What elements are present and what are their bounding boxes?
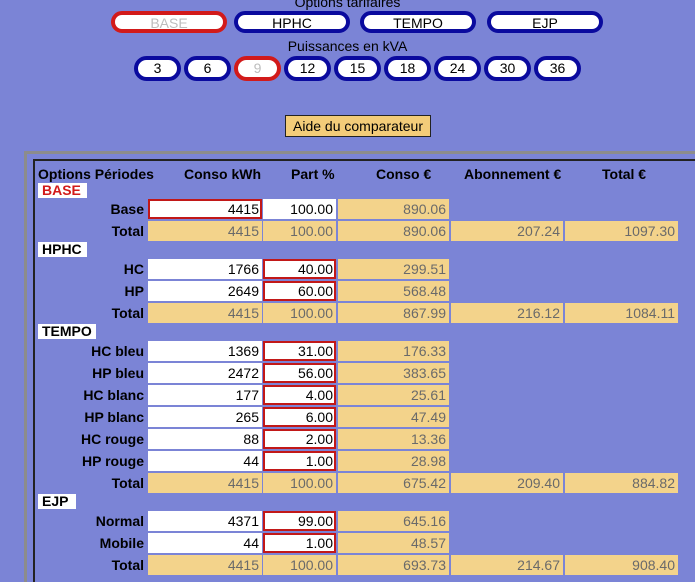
- total-abonnement: 207.24: [451, 221, 563, 241]
- header-part: Part %: [291, 166, 335, 182]
- kwh-value: 265: [148, 407, 262, 427]
- kwh-value: 1766: [148, 259, 262, 279]
- total-kwh: 4415: [148, 303, 262, 323]
- kwh-value: 2472: [148, 363, 262, 383]
- option-base-button[interactable]: BASE: [111, 11, 227, 33]
- options-bar: BASE HPHC TEMPO EJP: [0, 11, 695, 37]
- part-input[interactable]: 56.00: [263, 363, 336, 383]
- total-part: 100.00: [263, 221, 336, 241]
- section-tempo-title: TEMPO: [38, 324, 96, 339]
- kwh-value: 88: [148, 429, 262, 449]
- header-options-periodes: Options Périodes: [38, 166, 154, 182]
- euro-value: 890.06: [338, 199, 449, 219]
- total-total: 1097.30: [565, 221, 678, 241]
- options-label: Options tarifaires: [294, 0, 401, 10]
- option-hphc-button[interactable]: HPHC: [234, 11, 350, 33]
- kwh-value: 1369: [148, 341, 262, 361]
- power-30-button[interactable]: 30: [484, 56, 531, 81]
- header-conso-euro: Conso €: [376, 166, 432, 182]
- euro-value: 47.49: [338, 407, 449, 427]
- power-3-button[interactable]: 3: [134, 56, 181, 81]
- row-label: HC bleu: [91, 343, 144, 359]
- total-euro: 890.06: [338, 221, 449, 241]
- part-value: 100.00: [263, 199, 336, 219]
- kwh-value: 4371: [148, 511, 262, 531]
- euro-value: 48.57: [338, 533, 449, 553]
- power-12-button[interactable]: 12: [284, 56, 331, 81]
- total-part: 100.00: [263, 555, 336, 575]
- euro-value: 568.48: [338, 281, 449, 301]
- total-total: 1084.11: [565, 303, 678, 323]
- part-input[interactable]: 60.00: [263, 281, 336, 301]
- total-abonnement: 214.67: [451, 555, 563, 575]
- total-total: 884.82: [565, 473, 678, 493]
- row-label: Normal: [95, 513, 144, 529]
- total-euro: 675.42: [338, 473, 449, 493]
- total-label: Total: [111, 223, 144, 239]
- part-input[interactable]: 6.00: [263, 407, 336, 427]
- section-base-title: BASE: [38, 183, 87, 198]
- row-label: HP bleu: [92, 365, 144, 381]
- header-conso-kwh: Conso kWh: [184, 166, 261, 182]
- row-label: HP: [124, 283, 144, 299]
- header-total: Total €: [602, 166, 647, 182]
- total-total: 908.40: [565, 555, 678, 575]
- part-input[interactable]: 4.00: [263, 385, 336, 405]
- total-label: Total: [111, 305, 144, 321]
- euro-value: 28.98: [338, 451, 449, 471]
- part-input[interactable]: 99.00: [263, 511, 336, 531]
- section-ejp-title: EJP: [38, 494, 76, 509]
- part-input[interactable]: 2.00: [263, 429, 336, 449]
- euro-value: 645.16: [338, 511, 449, 531]
- help-button[interactable]: Aide du comparateur: [285, 115, 431, 137]
- total-kwh: 4415: [148, 473, 262, 493]
- kwh-input[interactable]: 4415: [148, 199, 262, 219]
- row-label: HC rouge: [81, 431, 144, 447]
- part-input[interactable]: 1.00: [263, 451, 336, 471]
- option-ejp-button[interactable]: EJP: [487, 11, 603, 33]
- power-24-button[interactable]: 24: [434, 56, 481, 81]
- total-kwh: 4415: [148, 221, 262, 241]
- part-input[interactable]: 40.00: [263, 259, 336, 279]
- row-label: HC: [123, 261, 144, 277]
- power-9-button[interactable]: 9: [234, 56, 281, 81]
- total-kwh: 4415: [148, 555, 262, 575]
- row-label: Mobile: [99, 535, 144, 551]
- section-hphc-title: HPHC: [38, 242, 87, 257]
- total-euro: 867.99: [338, 303, 449, 323]
- euro-value: 13.36: [338, 429, 449, 449]
- total-abonnement: 216.12: [451, 303, 563, 323]
- part-input[interactable]: 31.00: [263, 341, 336, 361]
- euro-value: 176.33: [338, 341, 449, 361]
- total-euro: 693.73: [338, 555, 449, 575]
- kwh-value: 44: [148, 533, 262, 553]
- row-label: HP rouge: [82, 453, 144, 469]
- total-part: 100.00: [263, 303, 336, 323]
- header-abonnement: Abonnement €: [464, 166, 562, 182]
- kwh-value: 177: [148, 385, 262, 405]
- total-label: Total: [111, 557, 144, 573]
- row-label: HP blanc: [84, 409, 144, 425]
- euro-value: 383.65: [338, 363, 449, 383]
- euro-value: 25.61: [338, 385, 449, 405]
- kwh-value: 2649: [148, 281, 262, 301]
- power-label: Puissances en kVA: [287, 38, 408, 54]
- total-abonnement: 209.40: [451, 473, 563, 493]
- power-15-button[interactable]: 15: [334, 56, 381, 81]
- power-18-button[interactable]: 18: [384, 56, 431, 81]
- row-label: HC blanc: [83, 387, 144, 403]
- power-36-button[interactable]: 36: [534, 56, 581, 81]
- part-input[interactable]: 1.00: [263, 533, 336, 553]
- option-tempo-button[interactable]: TEMPO: [360, 11, 476, 33]
- total-label: Total: [111, 475, 144, 491]
- total-part: 100.00: [263, 473, 336, 493]
- row-label: Base: [110, 201, 144, 217]
- kwh-value: 44: [148, 451, 262, 471]
- euro-value: 299.51: [338, 259, 449, 279]
- power-6-button[interactable]: 6: [184, 56, 231, 81]
